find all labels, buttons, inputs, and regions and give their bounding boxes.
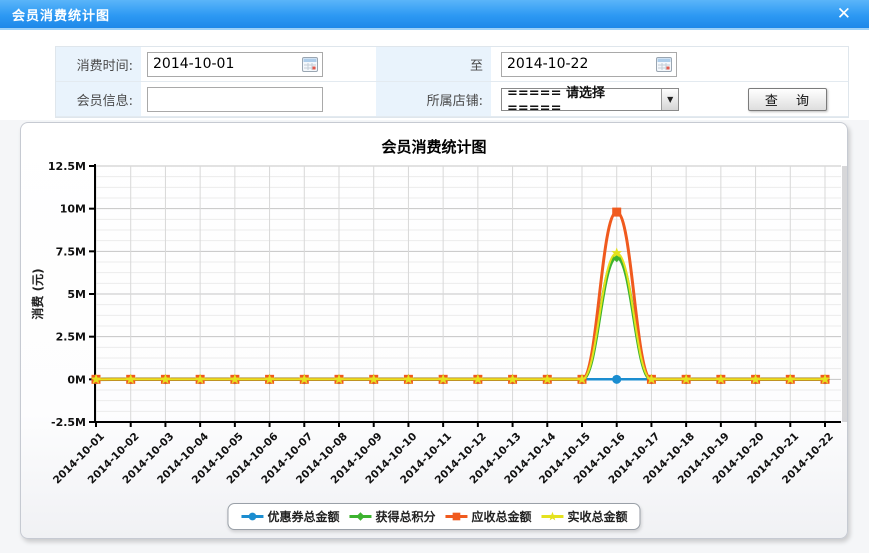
series-2-markers: [92, 208, 830, 384]
calendar-icon[interactable]: [302, 57, 318, 72]
spacer-cell: [726, 47, 848, 82]
query-button[interactable]: 查 询: [748, 88, 827, 111]
window-title: 会员消费统计图: [12, 5, 110, 24]
member-info-input[interactable]: [147, 87, 323, 112]
chart-legend: 优惠券总金额 获得总积分 应收总金额 实收总金额: [227, 503, 640, 530]
legend-marker-icon: [541, 510, 565, 523]
y-tick-label: 2.5M: [56, 331, 86, 344]
series-1: [91, 252, 830, 384]
y-tick-label: 5M: [67, 288, 86, 301]
legend-item[interactable]: 实收总金额: [541, 508, 628, 525]
legend-item-label: 优惠券总金额: [267, 508, 339, 525]
legend-marker-icon: [445, 510, 469, 523]
member-info-label: 会员信息:: [56, 82, 141, 117]
plot-right-shadow: [842, 166, 847, 422]
chart-canvas: -2.5M0M2.5M5M7.5M10M12.5M2014-10-012014-…: [21, 123, 847, 538]
close-icon[interactable]: ✕: [831, 6, 857, 23]
series-2: [92, 208, 830, 384]
y-tick-label: -2.5M: [51, 416, 86, 429]
calendar-icon[interactable]: [656, 57, 672, 72]
legend-marker-icon: [348, 510, 372, 523]
legend-item[interactable]: 优惠券总金额: [240, 508, 339, 525]
gridlines: [95, 166, 841, 422]
chevron-down-icon[interactable]: ▼: [661, 89, 678, 110]
legend-item-label: 实收总金额: [568, 508, 628, 525]
legend-marker-icon: [240, 510, 264, 523]
y-tick-label: 0M: [67, 373, 86, 386]
chart-panel: 会员消费统计图 -2.5M0M2.5M5M7.5M10M12.5M2014-10…: [20, 122, 848, 539]
legend-item[interactable]: 获得总积分: [348, 508, 435, 525]
filter-form: 消费时间: 至: [0, 30, 869, 120]
y-tick-label: 10M: [60, 203, 86, 216]
legend-item-label: 获得总积分: [375, 508, 435, 525]
y-tick-label: 12.5M: [48, 160, 86, 173]
shop-select[interactable]: ===== 请选择 ===== ▼: [501, 88, 679, 111]
date-to-label: 至: [376, 47, 491, 82]
legend-item[interactable]: 应收总金额: [445, 508, 532, 525]
y-tick-label: 7.5M: [56, 245, 86, 258]
date-from-input[interactable]: [147, 52, 323, 77]
legend-item-label: 应收总金额: [472, 508, 532, 525]
date-to-input[interactable]: [501, 52, 677, 77]
shop-select-value: ===== 请选择 =====: [507, 82, 661, 116]
consume-time-label: 消费时间:: [56, 47, 141, 82]
filter-table: 消费时间: 至: [55, 46, 849, 118]
shop-label: 所属店铺:: [376, 82, 491, 117]
y-axis-title: 消费 (元): [30, 268, 45, 319]
window-titlebar: 会员消费统计图 ✕: [0, 0, 869, 30]
series-1-markers: [91, 252, 830, 384]
